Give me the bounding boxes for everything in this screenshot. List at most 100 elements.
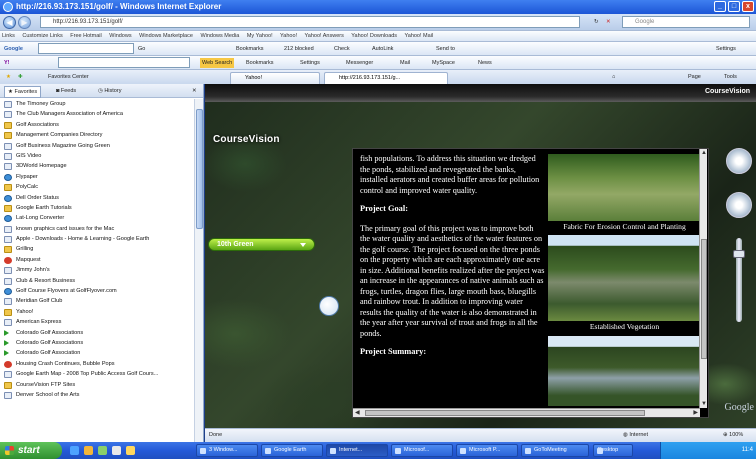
favorite-item[interactable]: American Express	[0, 317, 195, 327]
close-button[interactable]: x	[742, 1, 754, 12]
add-favorite-icon[interactable]: ✚	[18, 72, 23, 82]
favorites-center-label[interactable]: Favorites Center	[48, 72, 89, 82]
send-to-button[interactable]: Send to	[436, 44, 455, 54]
taskbar-microsoft-powerpoint[interactable]: Microsoft P...	[456, 444, 518, 457]
taskbar-google-earth[interactable]: Google Earth	[261, 444, 323, 457]
info-panel-horizontal-thumb[interactable]	[365, 410, 645, 416]
feeds-tab[interactable]: ◙ Feeds	[56, 86, 76, 96]
google-search-input[interactable]	[38, 43, 134, 54]
favorite-item[interactable]: Lat-Long Converter	[0, 213, 195, 223]
favorite-item[interactable]: Golf Business Magazine Going Green	[0, 141, 195, 151]
favorite-item[interactable]: Google Earth Tutorials	[0, 203, 195, 213]
favorites-scrollbar[interactable]	[194, 99, 203, 442]
myspace-button[interactable]: MySpace	[432, 58, 455, 68]
favorite-item[interactable]: Colorado Golf Association	[0, 348, 195, 358]
scroll-down-arrow-icon[interactable]: ▼	[701, 400, 707, 408]
google-bookmarks-button[interactable]: Bookmarks	[236, 44, 264, 54]
yahoo-search-input[interactable]	[58, 57, 190, 68]
taskbar-windows-group[interactable]: 3 Window...	[196, 444, 258, 457]
favorite-item[interactable]: Golf Course Flyovers at GolfFlyover.com	[0, 286, 195, 296]
link-windows-marketplace[interactable]: Windows Marketplace	[139, 33, 193, 39]
favorite-item[interactable]: Dell Order Status	[0, 193, 195, 203]
web-search-button[interactable]: Web Search	[200, 58, 235, 68]
minimize-button[interactable]: _	[714, 1, 726, 12]
mail-button[interactable]: Mail	[400, 58, 410, 68]
favorite-item[interactable]: Jimmy John's	[0, 265, 195, 275]
tab-yahoo[interactable]: Yahoo!	[230, 72, 320, 84]
favorite-item[interactable]: Meridian Golf Club	[0, 296, 195, 306]
move-control-icon[interactable]	[726, 192, 752, 218]
tools-menu[interactable]: Tools	[724, 72, 737, 82]
stop-icon[interactable]: ✕	[606, 17, 611, 27]
page-menu[interactable]: Page	[688, 72, 701, 82]
favorite-item[interactable]: Management Companies Directory	[0, 130, 195, 140]
map-marker-icon[interactable]	[319, 296, 339, 316]
favorite-item[interactable]: PolyCalc	[0, 182, 195, 192]
google-settings-button[interactable]: Settings	[716, 44, 736, 54]
back-button[interactable]: ◀	[3, 16, 16, 29]
favorite-item[interactable]: Colorado Golf Associations	[0, 338, 195, 348]
quicklaunch-outlook-icon[interactable]	[84, 446, 93, 455]
zoom-slider-knob[interactable]	[733, 250, 745, 258]
link-yahoo-mail[interactable]: Yahoo! Mail	[405, 33, 434, 39]
address-input[interactable]: http://216.93.173.151/golf/	[40, 16, 580, 28]
favorite-item[interactable]: The Timoney Group	[0, 99, 195, 109]
link-windows[interactable]: Windows	[109, 33, 131, 39]
link-windows-media[interactable]: Windows Media	[200, 33, 239, 39]
link-free-hotmail[interactable]: Free Hotmail	[70, 33, 101, 39]
start-button[interactable]: start	[0, 442, 62, 459]
favorite-item[interactable]: Yahoo!	[0, 307, 195, 317]
favorites-scrollbar-thumb[interactable]	[196, 109, 203, 229]
quicklaunch-folder-icon[interactable]	[126, 446, 135, 455]
scroll-right-arrow-icon[interactable]: ▶	[693, 409, 698, 417]
favorite-item[interactable]: Golf Associations	[0, 120, 195, 130]
search-input[interactable]: Google	[622, 16, 750, 28]
forward-button[interactable]: ▶	[18, 16, 31, 29]
quicklaunch-ie-icon[interactable]	[70, 446, 79, 455]
autolink-button[interactable]: AutoLink	[372, 44, 393, 54]
refresh-icon[interactable]: ↻	[594, 17, 599, 27]
link-customize-links[interactable]: Customize Links	[22, 33, 62, 39]
link-my-yahoo[interactable]: My Yahoo!	[247, 33, 273, 39]
yahoo-bookmarks-button[interactable]: Bookmarks	[246, 58, 274, 68]
favorite-item[interactable]: Grilling	[0, 244, 195, 254]
taskbar-gotomeeting[interactable]: GoToMeeting	[521, 444, 589, 457]
hole-selector-dropdown[interactable]: 10th Green	[208, 238, 315, 251]
favorite-item[interactable]: GIS Video	[0, 151, 195, 161]
popup-blocked-button[interactable]: 212 blocked	[284, 44, 314, 54]
history-tab[interactable]: ◷ History	[98, 86, 121, 96]
favorites-star-icon[interactable]: ★	[6, 72, 11, 82]
tab-coursevision[interactable]: http://216.93.173.151/g...	[324, 72, 448, 84]
favorite-item[interactable]: Club & Resort Business	[0, 276, 195, 286]
messenger-button[interactable]: Messenger	[346, 58, 373, 68]
maximize-button[interactable]: □	[728, 1, 740, 12]
favorite-item[interactable]: CourseVision FTP Sites	[0, 380, 195, 390]
news-button[interactable]: News	[478, 58, 492, 68]
quicklaunch-app-icon[interactable]	[112, 446, 121, 455]
info-panel-vertical-thumb[interactable]	[701, 239, 707, 359]
favorite-item[interactable]: Colorado Golf Associations	[0, 328, 195, 338]
scroll-up-arrow-icon[interactable]: ▲	[701, 149, 707, 157]
favorites-tab[interactable]: ★ Favorites	[4, 86, 42, 98]
info-panel-vertical-scrollbar[interactable]: ▲ ▼	[699, 149, 707, 408]
home-icon[interactable]: ⌂	[612, 72, 615, 82]
taskbar-internet-explorer[interactable]: Internet...	[326, 444, 388, 457]
look-control-icon[interactable]	[726, 148, 752, 174]
favorite-item[interactable]: Mapquest	[0, 255, 195, 265]
favorite-item[interactable]: Housing Crash Continues, Bubble Pops	[0, 359, 195, 369]
close-panel-icon[interactable]: ✕	[192, 86, 197, 96]
taskbar-microsoft-1[interactable]: Microsof...	[391, 444, 453, 457]
favorite-item[interactable]: Apple - Downloads - Home & Learning - Go…	[0, 234, 195, 244]
spell-check-button[interactable]: Check	[334, 44, 350, 54]
scroll-left-arrow-icon[interactable]: ◀	[355, 409, 360, 417]
favorite-item[interactable]: 3DWorld Homepage	[0, 161, 195, 171]
google-go-button[interactable]: Go	[138, 44, 145, 54]
favorite-item[interactable]: Flypaper	[0, 172, 195, 182]
favorite-item[interactable]: The Club Managers Association of America	[0, 109, 195, 119]
quicklaunch-desktop-icon[interactable]	[98, 446, 107, 455]
yahoo-settings-button[interactable]: Settings	[300, 58, 320, 68]
favorite-item[interactable]: Google Earth Map - 2008 Top Public Acces…	[0, 369, 195, 379]
link-yahoo[interactable]: Yahoo!	[280, 33, 297, 39]
taskbar-desktop-toolbar[interactable]: Desktop	[593, 444, 633, 457]
link-yahoo-downloads[interactable]: Yahoo! Downloads	[351, 33, 397, 39]
